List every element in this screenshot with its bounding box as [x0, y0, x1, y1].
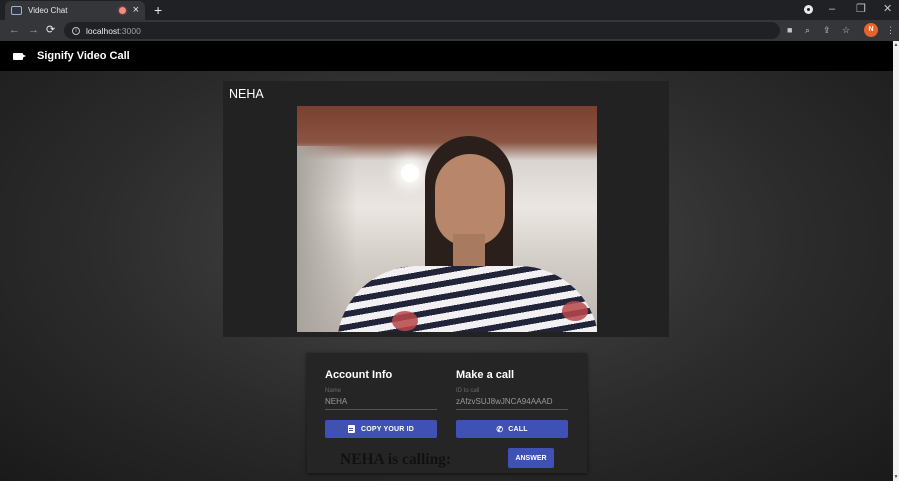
call-label: CALL — [508, 425, 528, 433]
url-port: :3000 — [119, 25, 141, 36]
copy-id-label: COPY YOUR ID — [360, 425, 415, 433]
call-button[interactable]: ✆ CALL — [456, 420, 568, 438]
app-bar: Signify Video Call — [0, 41, 893, 71]
phone-icon: ✆ — [496, 424, 504, 434]
video-camera-icon — [13, 52, 26, 60]
minimize-button[interactable]: – — [829, 2, 835, 16]
video-chat-favicon-icon — [11, 6, 22, 15]
close-window-button[interactable]: ✕ — [883, 2, 892, 16]
recording-indicator-icon — [118, 7, 126, 14]
video-person-shirt — [337, 266, 597, 332]
forward-arrow-icon[interactable]: → — [28, 23, 39, 37]
account-info-title: Account Info — [325, 369, 393, 381]
video-caller-name: NEHA — [229, 87, 264, 101]
clipboard-icon — [347, 425, 355, 433]
browser-tab-strip: Video Chat × + – ❐ ✕ — [0, 0, 899, 20]
id-to-call-label: ID to call — [456, 388, 480, 394]
answer-button[interactable]: ANSWER — [508, 448, 554, 468]
make-call-title: Make a call — [456, 369, 515, 381]
shirt-flower-pattern — [392, 311, 418, 331]
page-scrollbar[interactable]: ▲ ▼ — [893, 41, 899, 481]
video-person-neck — [453, 234, 485, 270]
app-viewport: Signify Video Call NEHA Account Info Nam… — [0, 41, 893, 481]
video-person-face — [435, 154, 505, 246]
camera-in-use-icon[interactable]: ■ — [787, 24, 792, 36]
scroll-down-arrow-icon[interactable]: ▼ — [893, 474, 899, 480]
menu-kebab-icon[interactable]: ⋮ — [886, 24, 895, 36]
name-field[interactable]: NEHA — [325, 397, 437, 406]
zoom-icon[interactable]: ⌕ — [805, 24, 810, 36]
tab-title: Video Chat — [28, 6, 68, 15]
back-arrow-icon[interactable]: ← — [9, 23, 20, 37]
browser-tab[interactable]: Video Chat × — [5, 1, 145, 20]
answer-label: ANSWER — [515, 454, 547, 462]
site-info-icon[interactable]: i — [72, 26, 80, 35]
restore-button[interactable]: ❐ — [856, 2, 866, 16]
new-tab-button[interactable]: + — [154, 2, 162, 18]
share-icon[interactable]: ⇪ — [823, 24, 831, 36]
browser-toolbar: ← → ⟳ i localhost :3000 ■ ⌕ ⇪ ☆ N ⋮ — [0, 20, 899, 41]
copy-id-button[interactable]: COPY YOUR ID — [325, 420, 437, 438]
tab-close-icon[interactable]: × — [133, 5, 139, 16]
url-host: localhost — [86, 25, 120, 36]
video-panel: NEHA — [223, 81, 669, 337]
reload-icon[interactable]: ⟳ — [46, 23, 55, 37]
bookmark-star-icon[interactable]: ☆ — [842, 24, 850, 36]
video-stream — [297, 106, 597, 332]
shirt-flower-pattern — [562, 301, 588, 321]
media-control-icon[interactable] — [804, 5, 813, 14]
app-title: Signify Video Call — [37, 50, 130, 62]
video-ceiling-light — [401, 164, 419, 182]
profile-avatar[interactable]: N — [864, 23, 878, 37]
call-options-panel: Account Info Name NEHA COPY YOUR ID Make… — [307, 353, 587, 473]
address-bar[interactable]: i localhost :3000 — [64, 22, 780, 39]
incoming-call-text: NEHA is calling: — [340, 451, 452, 468]
id-field-underline — [456, 409, 568, 410]
id-to-call-field[interactable]: zAfzvSUJ8wJNCA94AAAD — [456, 397, 568, 406]
name-field-underline — [325, 409, 437, 410]
name-field-label: Name — [325, 388, 342, 394]
scroll-up-arrow-icon[interactable]: ▲ — [893, 42, 899, 48]
